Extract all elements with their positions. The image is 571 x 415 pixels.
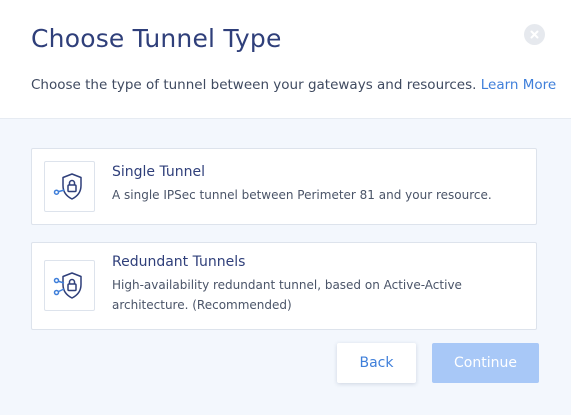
dialog-header: Choose Tunnel Type Choose the type of tu… xyxy=(0,0,571,119)
option-icon-box xyxy=(44,260,95,311)
option-redundant-tunnels[interactable]: Redundant Tunnels High-availability redu… xyxy=(31,242,537,330)
learn-more-link[interactable]: Learn More xyxy=(481,77,557,93)
close-icon xyxy=(530,30,539,39)
back-button[interactable]: Back xyxy=(337,343,416,383)
option-description: A single IPSec tunnel between Perimeter … xyxy=(112,188,492,202)
option-single-tunnel[interactable]: Single Tunnel A single IPSec tunnel betw… xyxy=(31,148,537,225)
option-title: Single Tunnel xyxy=(112,164,206,180)
shield-lock-redundant-icon xyxy=(53,272,82,299)
dialog-title: Choose Tunnel Type xyxy=(31,24,282,53)
close-button[interactable] xyxy=(524,24,545,45)
option-title: Redundant Tunnels xyxy=(112,254,246,270)
continue-button[interactable]: Continue xyxy=(432,343,539,383)
dialog-subtitle: Choose the type of tunnel between your g… xyxy=(31,77,556,93)
option-description: High-availability redundant tunnel, base… xyxy=(112,278,462,312)
option-icon-box xyxy=(44,161,95,212)
shield-lock-single-icon xyxy=(53,173,82,200)
subtitle-text: Choose the type of tunnel between your g… xyxy=(31,77,477,93)
choose-tunnel-type-dialog: Choose Tunnel Type Choose the type of tu… xyxy=(0,0,571,415)
